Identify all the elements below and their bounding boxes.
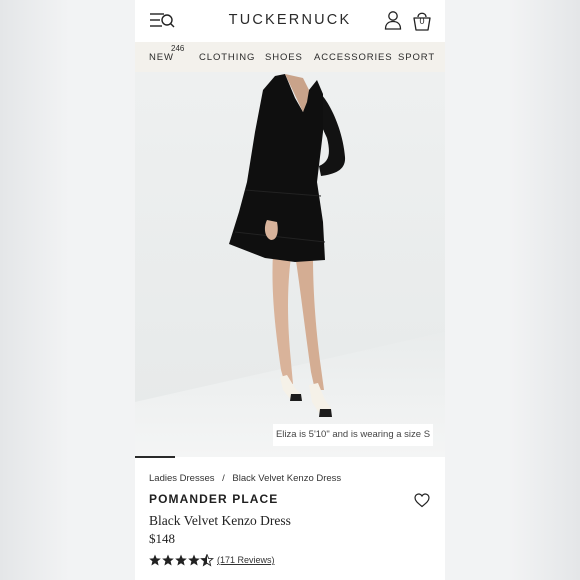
phone-screen: TUCKERNUCK 0 NEW 246 CLOTHING SHOES ACCE… — [135, 0, 445, 580]
breadcrumb-link-ladies-dresses[interactable]: Ladies Dresses — [149, 473, 214, 484]
user-icon[interactable] — [384, 10, 402, 30]
breadcrumb-separator: / — [222, 473, 225, 484]
product-brand[interactable]: POMANDER PLACE — [149, 492, 278, 506]
reviews-link[interactable]: (171 Reviews) — [217, 555, 275, 565]
category-nav: NEW 246 CLOTHING SHOES ACCESSORIES SPORT — [135, 42, 445, 72]
star-icon — [188, 554, 200, 566]
star-icon — [175, 554, 187, 566]
nav-item-accessories[interactable]: ACCESSORIES — [314, 52, 393, 63]
nav-new-badge: 246 — [171, 44, 185, 53]
breadcrumb: Ladies Dresses / Black Velvet Kenzo Dres… — [149, 473, 341, 484]
nav-item-clothing[interactable]: CLOTHING — [199, 52, 255, 63]
nav-item-new[interactable]: NEW — [149, 52, 174, 63]
star-half-icon — [200, 554, 214, 567]
nav-item-sport[interactable]: SPORT — [398, 52, 435, 63]
model-size-caption: Eliza is 5'10" and is wearing a size S — [273, 424, 433, 446]
product-price: $148 — [149, 531, 175, 546]
carousel-progress-bar — [135, 456, 175, 458]
product-title: Black Velvet Kenzo Dress — [149, 513, 291, 528]
breadcrumb-current[interactable]: Black Velvet Kenzo Dress — [232, 473, 341, 484]
bag-count: 0 — [419, 16, 425, 26]
star-icon — [149, 554, 161, 566]
nav-item-shoes[interactable]: SHOES — [265, 52, 303, 63]
top-header: TUCKERNUCK 0 — [135, 0, 445, 42]
star-rating — [149, 554, 214, 567]
star-icon — [162, 554, 174, 566]
product-image[interactable]: Eliza is 5'10" and is wearing a size S — [135, 72, 445, 457]
model-photo — [135, 72, 445, 457]
heart-icon[interactable] — [414, 493, 430, 508]
